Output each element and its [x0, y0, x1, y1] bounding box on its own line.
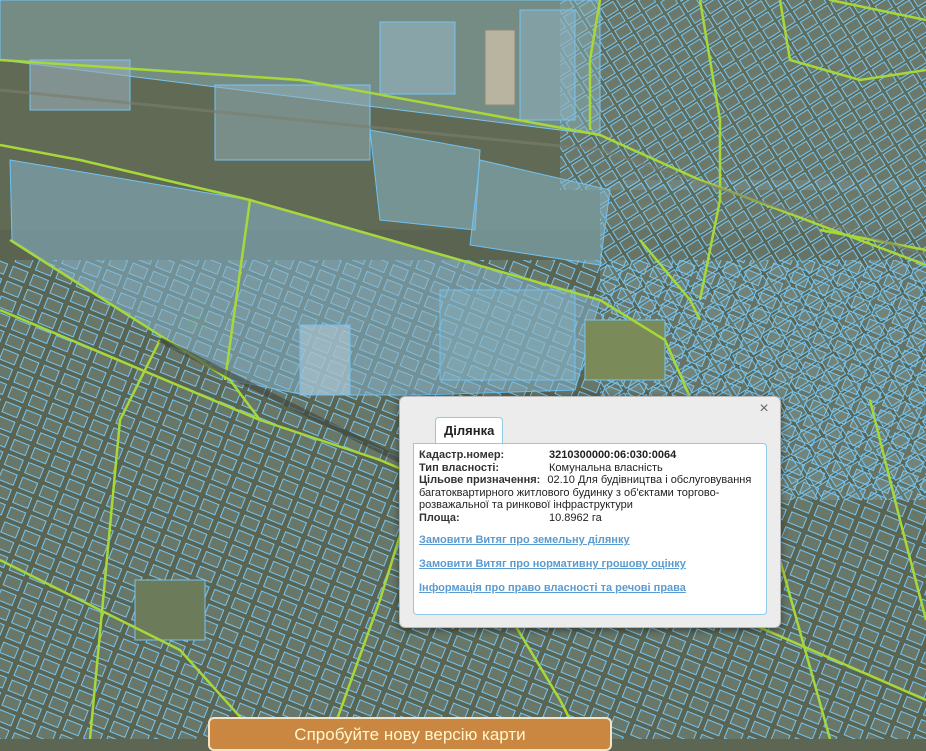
field-label: Кадастр.номер:: [419, 449, 505, 461]
order-land-extract-link[interactable]: Замовити Витяг про земельну ділянку: [419, 534, 686, 546]
cadastral-number-row: Кадастр.номер: 3210300000:06:030:0064: [419, 449, 759, 462]
field-label: Тип власності:: [419, 461, 500, 474]
purpose-row: Цільове призначення: 02.10 Для будівницт…: [419, 474, 759, 512]
close-icon[interactable]: ×: [756, 401, 772, 417]
ownership-type-row: Тип власності: Комунальна власність: [419, 462, 759, 475]
order-valuation-extract-link[interactable]: Замовити Витяг про нормативну грошову оц…: [419, 558, 686, 570]
parcel-attributes: Кадастр.номер: 3210300000:06:030:0064 Ти…: [419, 449, 759, 524]
aerial-imagery: ©: [0, 0, 926, 739]
parcel-info-popup: × Ділянка Кадастр.номер: 3210300000:06:0…: [399, 396, 781, 628]
map-canvas[interactable]: ©: [0, 0, 926, 739]
field-label: Площа:: [419, 511, 460, 524]
cadastral-number-value: 3210300000:06:030:0064: [549, 449, 677, 461]
parcel-details-panel: Кадастр.номер: 3210300000:06:030:0064 Ти…: [413, 443, 767, 615]
area-row: Площа: 10.8962 га: [419, 512, 759, 525]
ownership-type-value: Комунальна власність: [549, 461, 663, 474]
area-value: 10.8962 га: [549, 511, 602, 524]
tab-parcel[interactable]: Ділянка: [435, 417, 504, 444]
popup-links: Замовити Витяг про земельну ділянку Замо…: [419, 534, 686, 606]
ownership-info-link[interactable]: Інформація про право власності та речові…: [419, 582, 686, 594]
new-map-version-button[interactable]: Спробуйте нову версію карти: [208, 717, 612, 751]
field-label: Цільове призначення:: [419, 474, 541, 486]
